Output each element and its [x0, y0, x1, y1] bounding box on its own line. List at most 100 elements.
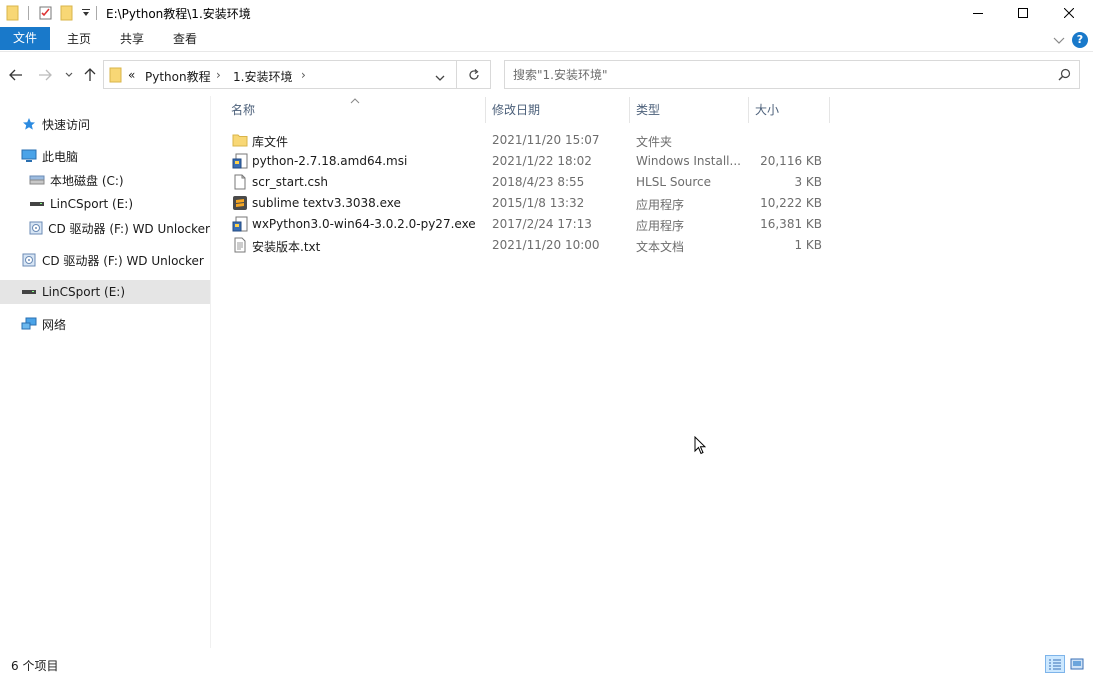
sidebar-item-label: CD 驱动器 (F:) WD Unlocker	[48, 221, 210, 236]
file-name: wxPython3.0-win64-3.0.2.0-py27.exe	[252, 217, 476, 231]
tab-file[interactable]: 文件	[0, 27, 50, 50]
text-file-icon	[232, 237, 248, 253]
close-icon	[1064, 8, 1074, 18]
cd-drive-icon	[29, 220, 43, 236]
folder-icon	[232, 132, 248, 148]
sidebar-item-lincsport-e[interactable]: LinCSport (E:)	[0, 192, 210, 216]
installer-icon	[232, 153, 248, 169]
file-name: python-2.7.18.amd64.msi	[252, 154, 408, 168]
folder-icon	[109, 67, 123, 86]
file-row[interactable]: wxPython3.0-win64-3.0.2.0-py27.exe 2017/…	[226, 214, 830, 235]
file-size: 20,116 KB	[760, 154, 822, 168]
file-row[interactable]: sublime textv3.3038.exe 2015/1/8 13:32 应…	[226, 193, 830, 214]
file-type: 文件夹	[636, 135, 673, 149]
large-icons-view-button[interactable]	[1067, 655, 1087, 673]
navigation-pane: 快速访问 此电脑 本地磁盘 (C:) LinCSport (E:) CD 驱动器…	[0, 96, 211, 648]
breadcrumb-item[interactable]: Python教程	[145, 68, 211, 85]
maximize-button[interactable]	[1000, 0, 1046, 26]
minimize-icon	[973, 13, 983, 14]
new-folder-icon[interactable]	[60, 4, 74, 22]
mouse-cursor-icon	[694, 435, 707, 458]
file-name: 安装版本.txt	[252, 240, 321, 254]
back-button[interactable]	[6, 65, 26, 85]
customize-quick-access-icon[interactable]	[81, 4, 91, 22]
usb-drive-icon	[29, 196, 45, 212]
item-count: 6 个项目	[11, 659, 59, 673]
file-size: 1 KB	[794, 238, 822, 252]
file-icon	[232, 174, 248, 190]
breadcrumb-item[interactable]: 1.安装环境	[233, 68, 292, 85]
chevron-down-icon	[65, 72, 73, 77]
file-name: 库文件	[252, 135, 289, 149]
search-icon[interactable]	[1058, 68, 1071, 84]
file-size: 3 KB	[794, 175, 822, 189]
arrow-right-icon	[39, 69, 52, 81]
sidebar-item-network[interactable]: 网络	[0, 312, 210, 336]
file-type: 应用程序	[636, 219, 685, 233]
arrow-up-icon	[84, 68, 96, 81]
sidebar-item-label: CD 驱动器 (F:) WD Unlocker	[42, 253, 204, 268]
computer-icon	[21, 148, 37, 164]
search-input[interactable]	[513, 66, 1033, 84]
network-icon	[21, 316, 37, 332]
usb-drive-icon	[21, 284, 37, 300]
sidebar-item-label: 快速访问	[42, 117, 91, 132]
file-type: Windows Install...	[636, 154, 740, 168]
large-icons-view-icon	[1070, 658, 1084, 670]
address-bar[interactable]: « Python教程 › 1.安装环境 ›	[103, 60, 457, 89]
file-row[interactable]: 库文件 2021/11/20 15:07 文件夹	[226, 130, 830, 151]
column-header-size[interactable]: 大小	[749, 97, 830, 123]
properties-icon[interactable]	[38, 4, 54, 22]
star-icon	[21, 116, 37, 132]
folder-icon	[6, 4, 20, 22]
tab-share[interactable]: 共享	[109, 28, 155, 50]
title-bar: E:\Python教程\1.安装环境	[0, 0, 1093, 26]
sidebar-item-quick-access[interactable]: 快速访问	[0, 112, 210, 136]
expand-ribbon-icon[interactable]	[1053, 34, 1065, 48]
sidebar-item-cd-drive-f[interactable]: CD 驱动器 (F:) WD Unlocker	[0, 216, 210, 240]
breadcrumb-chevron-icon[interactable]: ›	[301, 68, 306, 82]
breadcrumb-chevron-icon[interactable]: ›	[216, 68, 221, 82]
sidebar-item-label: 此电脑	[42, 149, 79, 164]
tab-view[interactable]: 查看	[162, 28, 208, 50]
sidebar-item-label: LinCSport (E:)	[42, 285, 126, 299]
drive-icon	[29, 172, 45, 188]
file-date: 2021/11/20 15:07	[492, 133, 600, 147]
maximize-icon	[1018, 8, 1028, 18]
file-type: HLSL Source	[636, 175, 712, 189]
file-date: 2017/2/24 17:13	[492, 217, 592, 231]
details-view-icon	[1049, 659, 1061, 670]
sidebar-item-cd-drive-f[interactable]: CD 驱动器 (F:) WD Unlocker	[0, 248, 210, 272]
file-row[interactable]: scr_start.csh 2018/4/23 8:55 HLSL Source…	[226, 172, 830, 193]
column-header-name[interactable]: 名称	[225, 97, 486, 123]
sidebar-item-lincsport-e[interactable]: LinCSport (E:)	[0, 280, 210, 304]
refresh-button[interactable]	[457, 60, 491, 89]
address-dropdown-icon[interactable]	[435, 71, 445, 85]
help-icon[interactable]: ?	[1072, 32, 1088, 48]
separator-icon	[28, 4, 30, 22]
installer-icon	[232, 216, 248, 232]
details-view-button[interactable]	[1045, 655, 1065, 673]
search-box[interactable]	[504, 60, 1080, 89]
file-size: 10,222 KB	[760, 196, 822, 210]
refresh-icon	[468, 68, 479, 80]
column-header-date[interactable]: 修改日期	[486, 97, 630, 123]
breadcrumb-overflow[interactable]: «	[128, 68, 135, 82]
sidebar-item-local-disk-c[interactable]: 本地磁盘 (C:)	[0, 168, 210, 192]
file-name: sublime textv3.3038.exe	[252, 196, 401, 210]
up-button[interactable]	[80, 65, 100, 85]
ribbon: 文件 主页 共享 查看	[0, 26, 1093, 52]
minimize-button[interactable]	[955, 0, 1001, 26]
file-name: scr_start.csh	[252, 175, 329, 189]
file-row[interactable]: 安装版本.txt 2021/11/20 10:00 文本文档 1 KB	[226, 235, 830, 256]
navigation-bar: « Python教程 › 1.安装环境 ›	[0, 56, 1093, 94]
file-row[interactable]: python-2.7.18.amd64.msi 2021/1/22 18:02 …	[226, 151, 830, 172]
close-button[interactable]	[1046, 0, 1092, 26]
recent-locations-button[interactable]	[59, 65, 79, 85]
sidebar-item-this-pc[interactable]: 此电脑	[0, 144, 210, 168]
column-header-type[interactable]: 类型	[630, 97, 749, 123]
tab-home[interactable]: 主页	[56, 28, 102, 50]
file-date: 2021/1/22 18:02	[492, 154, 592, 168]
forward-button[interactable]	[35, 65, 55, 85]
file-size: 16,381 KB	[760, 217, 822, 231]
